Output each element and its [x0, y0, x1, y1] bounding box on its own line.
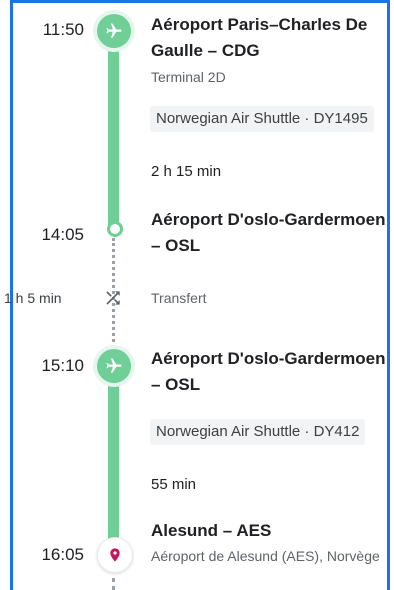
departure-airport: Aéroport Paris–Charles De Gaulle – CDG [151, 15, 368, 60]
departure-airport: Aéroport D'oslo-Gardermoen – OSL [151, 349, 386, 394]
arrival-airport-detail: Aéroport de Alesund (AES), Norvège [151, 548, 380, 564]
transfer-label: Transfert [151, 290, 207, 306]
plane-icon [106, 358, 122, 373]
arrival-time: 16:05 [41, 545, 84, 564]
departure-node [97, 349, 131, 383]
frame-border-right [387, 0, 390, 590]
departure-node [97, 14, 131, 48]
transfer-duration: 1 h 5 min [4, 290, 62, 306]
flight-duration: 2 h 15 min [151, 163, 222, 180]
flight-rail-2 [108, 362, 119, 548]
airline-chip[interactable]: Norwegian Air Shuttle · DY412 [150, 419, 366, 445]
location-pin-icon [110, 548, 120, 562]
arrival-node [107, 221, 123, 237]
departure-time: 11:50 [42, 20, 84, 39]
arrival-node [97, 537, 133, 573]
arrival-airport: Alesund – AES [151, 521, 272, 540]
departure-terminal: Terminal 2D [151, 69, 226, 85]
departure-time: 15:10 [41, 356, 84, 375]
flight-rail-1 [108, 28, 119, 228]
flight-duration: 55 min [151, 476, 197, 493]
airline-chip[interactable]: Norwegian Air Shuttle · DY1495 [150, 106, 374, 132]
arrival-airport: Aéroport D'oslo-Gardermoen – OSL [151, 210, 386, 255]
continuation-connector [112, 578, 115, 590]
arrival-time: 14:05 [41, 225, 84, 244]
plane-icon [106, 23, 122, 38]
frame-border-top [10, 0, 390, 3]
shuffle-icon [106, 291, 120, 305]
